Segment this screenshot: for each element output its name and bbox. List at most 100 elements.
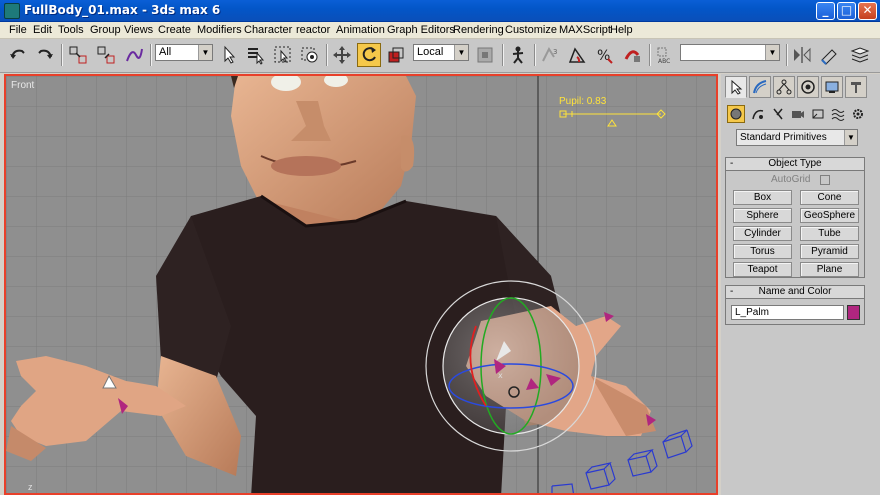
scale-icon[interactable] — [384, 43, 408, 67]
window-title: FullBody_01.max - 3ds max 6 — [24, 3, 221, 17]
menu-group[interactable]: Group — [90, 24, 121, 36]
toolbar-separator — [150, 44, 152, 66]
viewport-label[interactable]: Front — [11, 80, 34, 91]
create-tab[interactable] — [725, 76, 747, 98]
viewport-scene[interactable]: x — [6, 76, 718, 495]
shapes-icon[interactable] — [749, 105, 767, 123]
menu-tools[interactable]: Tools — [58, 24, 84, 36]
sphere-button[interactable]: Sphere — [733, 208, 792, 223]
named-selection-set-select[interactable]: ▼ — [680, 44, 780, 61]
motion-tab[interactable] — [797, 76, 819, 98]
geosphere-button[interactable]: GeoSphere — [800, 208, 859, 223]
coordinate-system-select[interactable]: Local ▼ — [413, 44, 469, 61]
name-and-color-rollout-header[interactable]: - Name and Color — [726, 286, 864, 299]
object-category-select[interactable]: Standard Primitives ▼ — [736, 129, 858, 146]
select-link-icon[interactable] — [66, 43, 90, 67]
cylinder-button[interactable]: Cylinder — [733, 226, 792, 241]
menu-views[interactable]: Views — [124, 24, 153, 36]
rotate-icon[interactable] — [357, 43, 381, 67]
chevron-down-icon: ▼ — [765, 45, 779, 60]
name-and-color-title: Name and Color — [758, 286, 832, 297]
name-and-color-rollout: - Name and Color L_Palm — [725, 285, 865, 325]
torus-button[interactable]: Torus — [733, 244, 792, 259]
object-name-field[interactable]: L_Palm — [731, 305, 844, 320]
svg-text:%: % — [597, 48, 610, 64]
pyramid-button[interactable]: Pyramid — [800, 244, 859, 259]
autogrid-checkbox[interactable] — [820, 175, 830, 185]
edit-named-selection-icon[interactable]: ABC — [653, 43, 677, 67]
bind-spacewarp-icon[interactable] — [122, 43, 146, 67]
toolbar-separator — [61, 44, 63, 66]
region-select-icon[interactable] — [271, 43, 295, 67]
menu-modifiers[interactable]: Modifiers — [197, 24, 242, 36]
modify-tab[interactable] — [749, 76, 771, 98]
collapse-icon: - — [730, 158, 734, 169]
spinner-snap-icon[interactable] — [620, 43, 644, 67]
toolbar-separator — [326, 44, 328, 66]
title-bar: FullBody_01.max - 3ds max 6 _ □ ✕ — [0, 0, 880, 22]
utilities-tab[interactable] — [845, 76, 867, 98]
plane-button[interactable]: Plane — [800, 262, 859, 277]
selection-filter-value: All — [159, 46, 172, 58]
helpers-icon[interactable] — [809, 105, 827, 123]
redo-icon[interactable] — [33, 43, 57, 67]
snap-3d-icon[interactable]: 3 — [538, 43, 562, 67]
cameras-icon[interactable] — [789, 105, 807, 123]
cone-button[interactable]: Cone — [800, 190, 859, 205]
coordinate-system-value: Local — [417, 46, 444, 58]
menu-animation[interactable]: Animation — [336, 24, 385, 36]
object-category-value: Standard Primitives — [740, 132, 827, 143]
object-color-swatch[interactable] — [847, 305, 860, 320]
toolbar-separator — [786, 44, 788, 66]
undo-icon[interactable] — [6, 43, 30, 67]
move-icon[interactable] — [330, 43, 354, 67]
menu-rendering[interactable]: Rendering — [453, 24, 504, 36]
selection-filter-select[interactable]: All ▼ — [155, 44, 213, 61]
pivot-icon[interactable] — [473, 43, 497, 67]
command-panel-tabs — [725, 76, 877, 100]
menu-character[interactable]: Character — [244, 24, 292, 36]
command-panel: Standard Primitives ▼ - Object Type Auto… — [721, 74, 880, 495]
autogrid-label: AutoGrid — [771, 174, 811, 185]
select-object-icon[interactable] — [217, 43, 241, 67]
hierarchy-tab[interactable] — [773, 76, 795, 98]
layers-icon[interactable] — [848, 43, 872, 67]
display-tab[interactable] — [821, 76, 843, 98]
unlink-icon[interactable] — [94, 43, 118, 67]
teapot-button[interactable]: Teapot — [733, 262, 792, 277]
mirror-icon[interactable] — [790, 43, 814, 67]
minimize-button[interactable]: _ — [816, 2, 835, 20]
toolbar-separator — [649, 44, 651, 66]
tube-button[interactable]: Tube — [800, 226, 859, 241]
percent-snap-icon[interactable]: % — [593, 43, 617, 67]
object-type-rollout-header[interactable]: - Object Type — [726, 158, 864, 171]
front-viewport[interactable]: x Front Pupil: 0.83 z — [4, 74, 718, 495]
maximize-button[interactable]: □ — [837, 2, 856, 20]
menu-reactor[interactable]: reactor — [296, 24, 330, 36]
menu-create[interactable]: Create — [158, 24, 191, 36]
chevron-down-icon: ▼ — [844, 130, 857, 145]
systems-icon[interactable] — [849, 105, 867, 123]
close-button[interactable]: ✕ — [858, 2, 877, 20]
manipulate-icon[interactable] — [506, 43, 530, 67]
main-toolbar: All ▼ Local ▼ 3 % ABC ▼ — [0, 39, 880, 73]
menu-maxscript[interactable]: MAXScript — [559, 24, 611, 36]
chevron-down-icon: ▼ — [198, 45, 212, 60]
menu-file[interactable]: File — [9, 24, 27, 36]
geometry-icon[interactable] — [727, 105, 745, 123]
object-type-title: Object Type — [768, 158, 822, 169]
angle-snap-icon[interactable] — [565, 43, 589, 67]
align-icon[interactable] — [817, 43, 841, 67]
lights-icon[interactable] — [769, 105, 787, 123]
space-warps-icon[interactable] — [829, 105, 847, 123]
menu-graph-editors[interactable]: Graph Editors — [387, 24, 455, 36]
box-button[interactable]: Box — [733, 190, 792, 205]
select-by-name-icon[interactable] — [244, 43, 268, 67]
menu-help[interactable]: Help — [610, 24, 633, 36]
window-crossing-icon[interactable] — [298, 43, 322, 67]
menu-edit[interactable]: Edit — [33, 24, 52, 36]
app-icon[interactable] — [4, 3, 20, 19]
menu-bar: File Edit Tools Group Views Create Modif… — [0, 22, 880, 39]
menu-customize[interactable]: Customize — [505, 24, 557, 36]
manipulator-label: Pupil: 0.83 — [559, 96, 607, 107]
